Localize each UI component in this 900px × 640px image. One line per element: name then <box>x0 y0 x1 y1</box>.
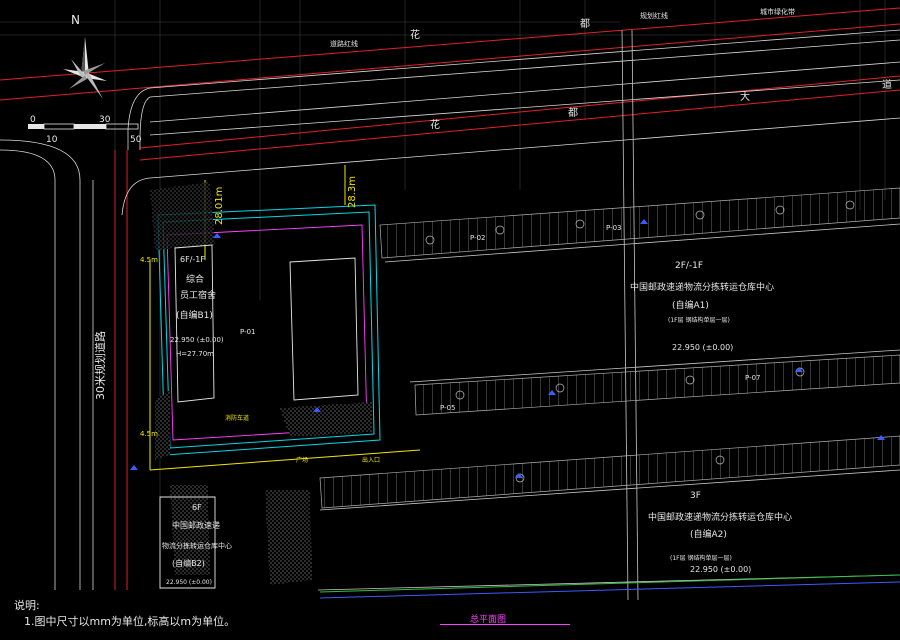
dim-4-5-a: 4.5m <box>140 256 158 264</box>
scale-tick-0: 0 <box>30 115 36 125</box>
a1-note: (1F层 钢结构单层一层) <box>668 316 730 324</box>
parking-rows <box>319 187 900 509</box>
b2-name3: (自编B2) <box>172 558 205 568</box>
b1-name1: 综合 <box>186 273 204 285</box>
b1-name2: 员工宿舍 <box>180 289 216 301</box>
a2-code: (自编A2) <box>690 528 727 540</box>
b2-name2: 物流分拣转运仓库中心 <box>162 541 232 550</box>
scale-tick-50: 50 <box>130 135 142 145</box>
dim-28-3: 28.3m <box>347 176 358 208</box>
road-label-redline: 道路红线 <box>330 39 358 48</box>
north-arrow-icon <box>63 37 107 99</box>
warehouse-a1 <box>384 29 900 601</box>
b2-elev: 22.950 (±0.00) <box>166 579 212 586</box>
north-road-edges <box>121 29 900 216</box>
a2-elev: 22.950 (±0.00) <box>690 565 751 574</box>
scale-tick-10: 10 <box>46 135 58 145</box>
b2-code: 6F <box>192 503 202 512</box>
dim-28-01: 28.01m <box>214 187 225 225</box>
a1-title: 中国邮政速递物流分拣转运仓库中心 <box>630 281 774 293</box>
drawing-notes: 说明: 1.图中尺寸以mm为单位,标高以m为单位。 <box>14 598 235 630</box>
scale-bar <box>28 123 139 130</box>
a1-elev: 22.950 (±0.00) <box>672 343 733 352</box>
parking-p05: P-05 <box>440 404 456 412</box>
site-plan-drawing: N 0 10 30 50 花 都 大 道 花 都 道路红线 规划红线 城市绿化带… <box>0 0 900 601</box>
label-entry: 出入口 <box>362 456 380 464</box>
road-char-1: 花 <box>410 28 420 41</box>
b1-name3: (自编B1) <box>176 309 213 321</box>
road-char-3: 大 <box>740 90 750 103</box>
notes-heading: 说明: <box>14 599 40 612</box>
entry-markers <box>130 219 885 478</box>
drawing-title-underline <box>440 624 570 625</box>
b1-elev2: 22.950 (±0.00) <box>170 336 224 344</box>
west-road-label: 30米规划道路 <box>93 331 107 400</box>
b1-code: 6F/-1F <box>180 255 205 264</box>
north-label: N <box>71 13 80 27</box>
label-plaza: 广场 <box>296 456 308 464</box>
road-char-6: 都 <box>568 107 578 119</box>
west-road <box>0 139 94 590</box>
parking-p01: P-01 <box>240 328 256 336</box>
north-road-red-lines <box>0 7 900 590</box>
label-fire-road: 消防车道 <box>225 414 249 422</box>
scale-tick-30: 30 <box>99 115 111 125</box>
parking-p02: P-02 <box>470 234 486 242</box>
road-char-5: 花 <box>430 118 440 131</box>
parking-p07: P-07 <box>745 374 761 382</box>
road-char-4: 道 <box>882 78 892 91</box>
a2-floors: 3F <box>690 491 701 501</box>
south-boundary-blue <box>319 581 900 599</box>
notes-line-1: 1.图中尺寸以mm为单位,标高以m为单位。 <box>24 615 236 628</box>
road-label-planline: 规划红线 <box>640 11 668 20</box>
south-boundary-green <box>319 574 900 593</box>
road-char-2: 都 <box>580 18 590 30</box>
road-label-green: 城市绿化带 <box>760 7 795 16</box>
a1-floors: 2F/-1F <box>675 261 703 271</box>
dim-4-5-b: 4.5m <box>140 430 158 438</box>
b2-name1: 中国邮政速递 <box>172 520 220 530</box>
b1-elev: H=27.70m <box>176 350 214 358</box>
a1-code: (自编A1) <box>672 299 709 311</box>
a2-note: (1F层 钢结构单层一层) <box>670 554 732 562</box>
parking-p03: P-03 <box>606 224 622 232</box>
a2-title: 中国邮政速递物流分拣转运仓库中心 <box>648 511 792 523</box>
